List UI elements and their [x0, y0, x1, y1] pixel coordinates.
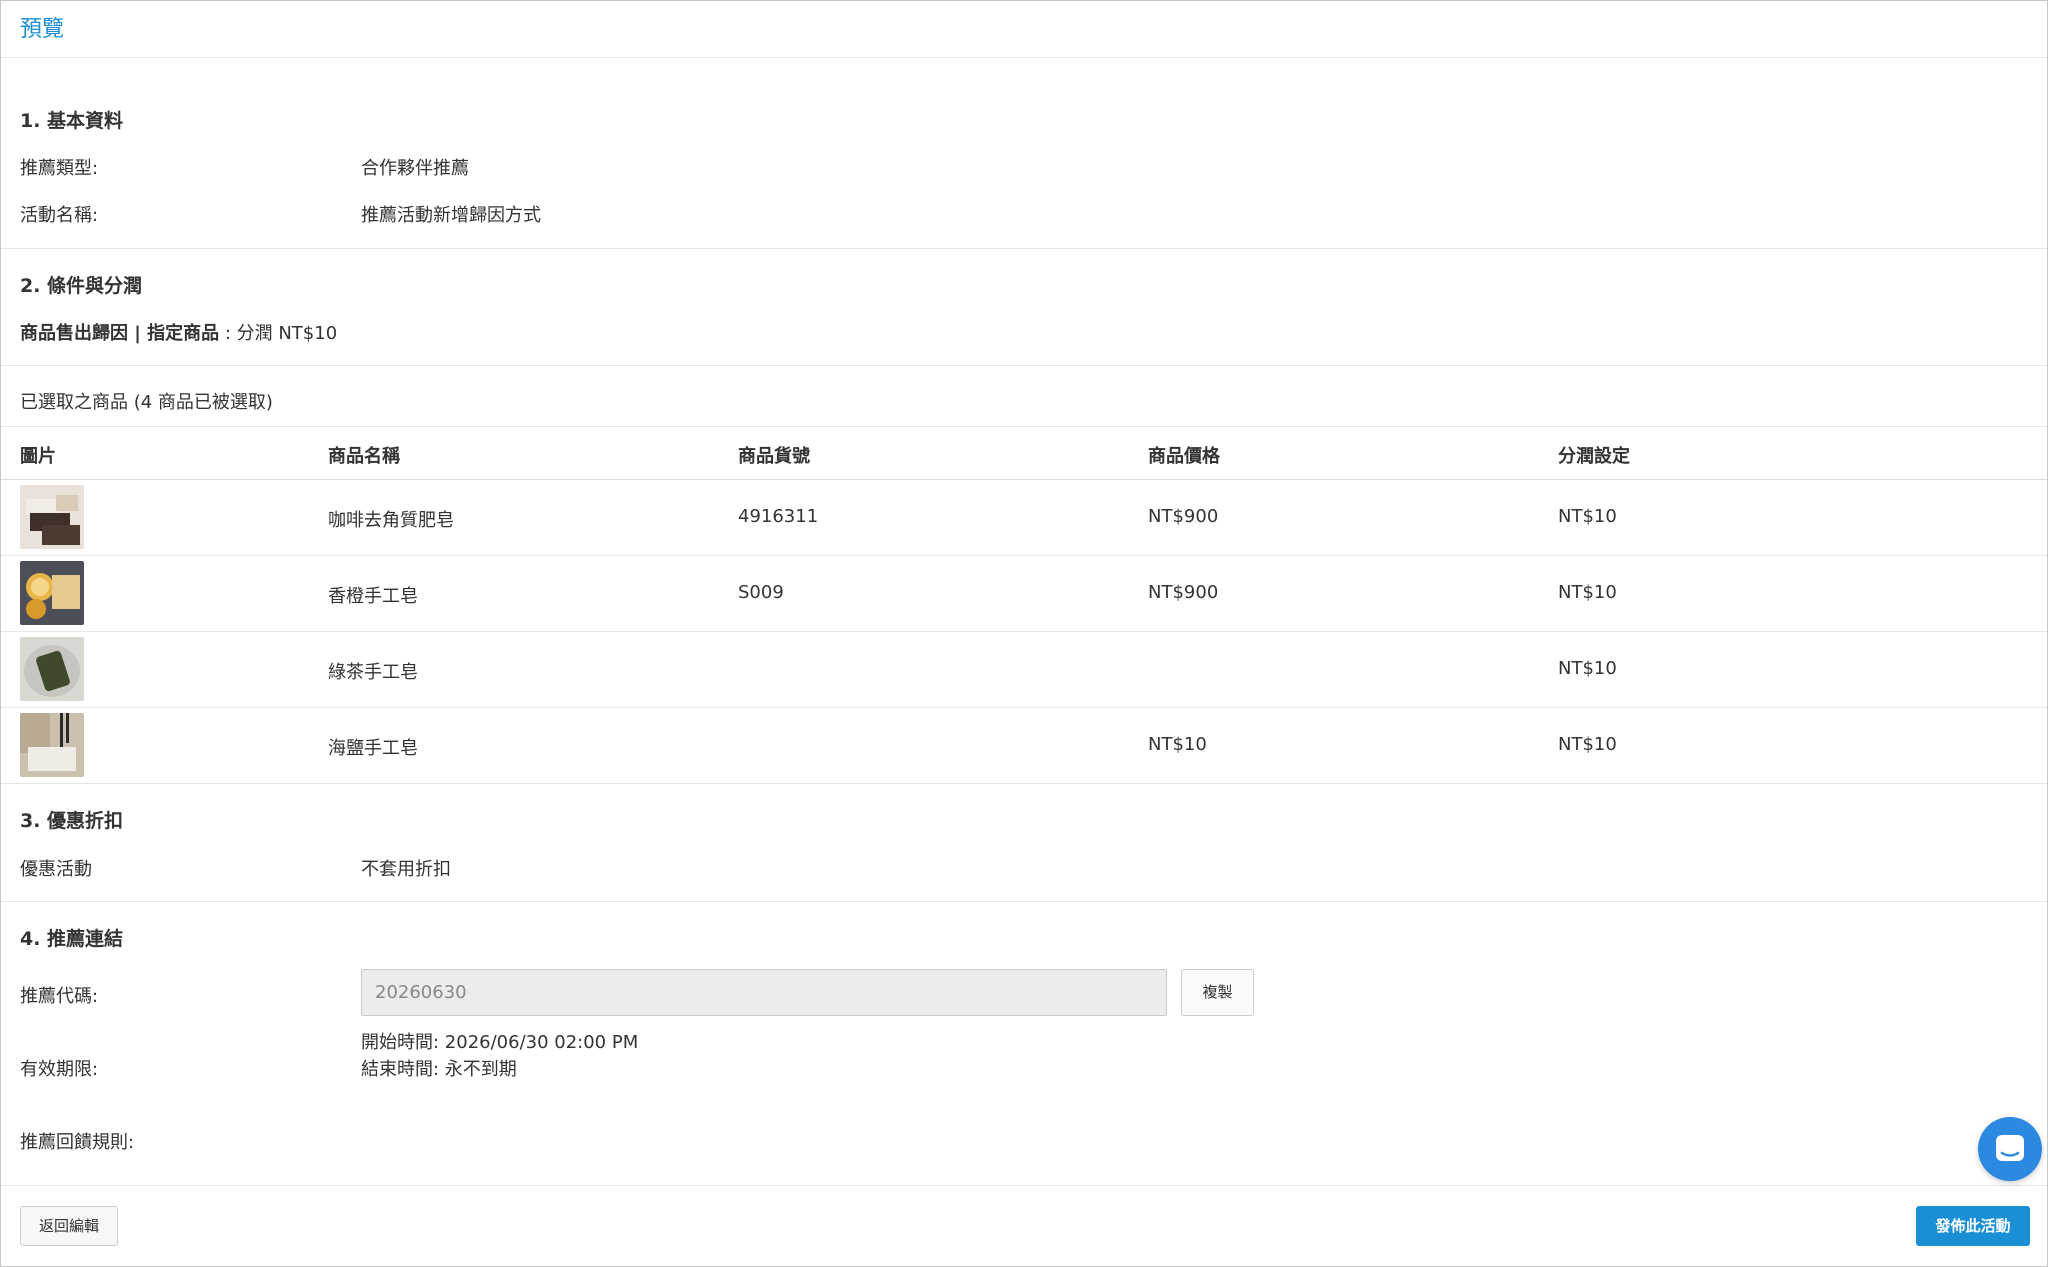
product-name: 咖啡去角質肥皂	[328, 510, 454, 531]
page-title: 預覽	[20, 17, 65, 42]
product-sku: S009	[738, 582, 784, 603]
basic-info-section: 1. 基本資料 推薦類型: 合作夥伴推薦 活動名稱: 推薦活動新增歸因方式	[1, 58, 2047, 249]
referral-code-field[interactable]	[361, 969, 1167, 1016]
product-price: NT$10	[1148, 734, 1207, 755]
col-sku: 商品貨號	[738, 446, 810, 467]
discount-value: 不套用折扣	[361, 859, 451, 880]
products-table-header: 圖片 商品名稱 商品貨號 商品價格 分潤設定	[1, 426, 2047, 480]
col-image: 圖片	[20, 446, 56, 467]
referral-type-label: 推薦類型:	[20, 158, 99, 179]
discount-section: 3. 優惠折扣 優惠活動 不套用折扣	[1, 784, 2047, 902]
product-name: 香橙手工皂	[328, 586, 418, 607]
product-thumbnail	[20, 561, 84, 625]
col-commission: 分潤設定	[1558, 446, 1630, 467]
selected-products-caption-row: 已選取之商品 (4 商品已被選取)	[1, 366, 2047, 426]
selected-products-caption: 已選取之商品 (4 商品已被選取)	[20, 392, 273, 413]
discount-label: 優惠活動	[20, 859, 92, 880]
commission-rule-amount: : 分潤 NT$10	[219, 323, 338, 344]
product-commission: NT$10	[1558, 506, 1617, 527]
commission-rule: 商品售出歸因 | 指定商品 : 分潤 NT$10	[20, 319, 337, 345]
product-name: 海鹽手工皂	[328, 738, 418, 759]
product-commission: NT$10	[1558, 582, 1617, 603]
product-thumbnail	[20, 485, 84, 549]
publish-button[interactable]: 發佈此活動	[1916, 1206, 2030, 1246]
product-price: NT$900	[1148, 506, 1219, 527]
discount-title: 3. 優惠折扣	[20, 810, 124, 832]
table-row: 咖啡去角質肥皂 4916311 NT$900 NT$10	[1, 480, 2047, 556]
referral-code-label: 推薦代碼:	[20, 986, 99, 1007]
product-thumbnail	[20, 637, 84, 701]
validity-label: 有效期限:	[20, 1059, 99, 1080]
footer-actions: 返回編輯 發佈此活動	[1, 1186, 2047, 1266]
product-thumbnail	[20, 713, 84, 777]
preview-header: 預覽	[1, 1, 2047, 58]
product-price: NT$900	[1148, 582, 1219, 603]
product-sku: 4916311	[738, 506, 819, 527]
table-row: 綠茶手工皂 NT$10	[1, 632, 2047, 708]
basic-info-title: 1. 基本資料	[20, 110, 124, 132]
feedback-rule-label: 推薦回饋規則:	[20, 1132, 135, 1153]
copy-button[interactable]: 複製	[1181, 969, 1254, 1016]
referral-type-value: 合作夥伴推薦	[361, 158, 469, 179]
campaign-name-value: 推薦活動新增歸因方式	[361, 205, 541, 226]
preview-panel: 預覽 1. 基本資料 推薦類型: 合作夥伴推薦 活動名稱: 推薦活動新增歸因方式…	[0, 0, 2048, 1267]
conditions-section: 2. 條件與分潤 商品售出歸因 | 指定商品 : 分潤 NT$10	[1, 249, 2047, 366]
validity-end: 結束時間: 永不到期	[361, 1059, 517, 1080]
product-commission: NT$10	[1558, 734, 1617, 755]
referral-link-title: 4. 推薦連結	[20, 928, 124, 950]
table-row: 海鹽手工皂 NT$10 NT$10	[1, 708, 2047, 784]
campaign-name-label: 活動名稱:	[20, 205, 99, 226]
conditions-title: 2. 條件與分潤	[20, 275, 143, 297]
referral-link-section: 4. 推薦連結 推薦代碼: 複製 有效期限: 開始時間: 2026/06/30 …	[1, 902, 2047, 1186]
table-row: 香橙手工皂 S009 NT$900 NT$10	[1, 556, 2047, 632]
commission-rule-type: 商品售出歸因 | 指定商品	[20, 323, 220, 344]
col-price: 商品價格	[1148, 446, 1220, 467]
chat-launcher-button[interactable]	[1978, 1117, 2042, 1181]
col-name: 商品名稱	[328, 446, 400, 467]
chat-icon	[1996, 1135, 2024, 1161]
product-name: 綠茶手工皂	[328, 662, 418, 683]
back-to-edit-button[interactable]: 返回編輯	[20, 1206, 118, 1246]
validity-start: 開始時間: 2026/06/30 02:00 PM	[361, 1032, 639, 1053]
product-commission: NT$10	[1558, 658, 1617, 679]
